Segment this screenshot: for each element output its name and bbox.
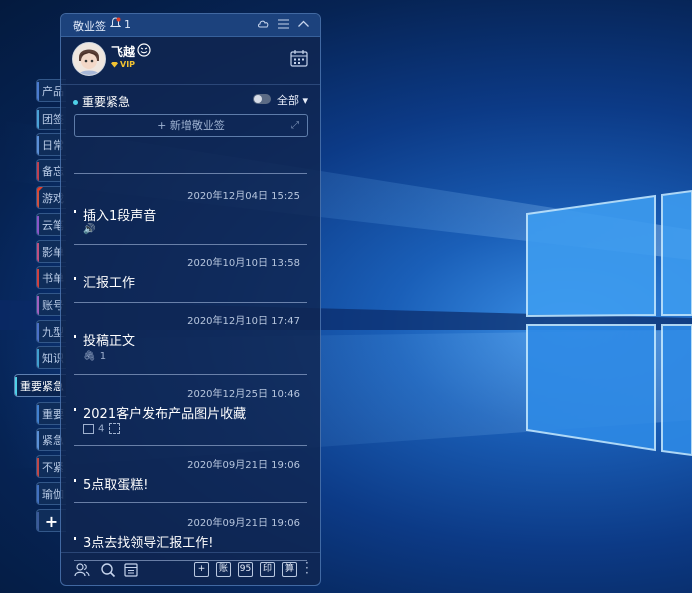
collapse-icon[interactable] — [297, 18, 310, 30]
quick-tool-button[interactable]: 算 — [282, 562, 297, 577]
audio-indicator: 🔊 — [83, 224, 95, 235]
vip-badge: VIP — [111, 60, 135, 69]
speaker-icon[interactable]: 🔊 — [83, 224, 95, 235]
note-date: 2020年12月04日 15:25 — [187, 191, 300, 202]
note-date: 2020年10月10日 13:58 — [187, 258, 300, 269]
note-title: 5点取蛋糕! — [83, 478, 149, 493]
note-bullet — [74, 537, 76, 540]
tab-color-stripe — [37, 110, 39, 129]
more-icon[interactable]: · · · — [305, 557, 309, 579]
note-bullet — [74, 408, 76, 411]
tab-color-stripe — [37, 82, 39, 101]
tab-color-stripe — [37, 162, 39, 181]
calendar-icon[interactable] — [290, 49, 308, 67]
note-bullet — [74, 335, 76, 338]
tab-color-stripe — [37, 485, 39, 504]
title-bar[interactable]: 敬业签 1 — [61, 14, 320, 37]
tab-color-stripe — [15, 377, 17, 396]
category-header: 重要紧急 — [73, 93, 130, 110]
quick-tool-button[interactable]: 95 — [238, 562, 253, 577]
paperclip-icon: 🖇 — [83, 351, 96, 362]
note-title: 2021客户发布产品图片收藏 — [83, 407, 247, 422]
note-date: 2020年12月25日 10:46 — [187, 389, 300, 400]
search-icon[interactable] — [100, 562, 116, 578]
notebook-icon[interactable] — [123, 562, 139, 578]
vip-label: VIP — [120, 60, 136, 69]
note-divider — [74, 244, 307, 245]
note-date: 2020年09月21日 19:06 — [187, 518, 300, 529]
add-note-label: + 新增敬业签 — [157, 119, 225, 132]
note-divider — [74, 302, 307, 303]
bell-icon[interactable] — [110, 17, 121, 29]
tab-color-stripe — [37, 349, 39, 368]
tab-color-stripe — [37, 431, 39, 450]
filter-dropdown[interactable]: 全部 ▾ — [277, 92, 308, 108]
category-dot — [73, 100, 78, 105]
note-divider — [74, 502, 307, 503]
image-icon — [83, 423, 94, 434]
user-profile: 飞越 VIP — [61, 36, 320, 84]
note-divider — [74, 173, 307, 174]
complete-toggle[interactable] — [253, 94, 271, 104]
image-count-value: 4 — [98, 423, 105, 435]
unread-badge — [37, 187, 43, 193]
note-title: 投稿正文 — [83, 334, 136, 349]
quick-tool-button[interactable]: 印 — [260, 562, 275, 577]
avatar[interactable] — [72, 42, 106, 76]
note-divider — [74, 445, 307, 446]
note-date: 2020年09月21日 19:06 — [187, 460, 300, 471]
tab-color-stripe — [37, 269, 39, 288]
bottom-toolbar: + 账 95 印算 · · · — [61, 552, 320, 585]
add-note-button[interactable]: + 新增敬业签 ⤢ — [74, 114, 308, 137]
user-name: 飞越 — [111, 45, 136, 59]
tab-label: + — [44, 512, 59, 531]
note-bullet — [74, 277, 76, 280]
tab-label: 重要紧急 — [20, 380, 64, 393]
note-bullet — [74, 210, 76, 213]
diamond-icon — [111, 61, 118, 68]
tab-color-stripe — [37, 216, 39, 235]
attachment-count: 🖇 1 — [83, 351, 106, 362]
note-title: 汇报工作 — [83, 276, 136, 291]
notification-count: 1 — [124, 18, 131, 31]
attachment-count-value: 1 — [99, 351, 107, 362]
people-icon[interactable] — [74, 562, 90, 578]
note-divider — [74, 374, 307, 375]
tab-color-stripe — [37, 512, 39, 531]
grid-icon[interactable] — [109, 423, 121, 434]
tab-color-stripe — [37, 243, 39, 262]
tab-color-stripe — [37, 136, 39, 155]
note-title: 插入1段声音 — [83, 209, 157, 224]
emoji-icon — [137, 43, 151, 57]
quick-tool-button[interactable]: + — [194, 562, 209, 577]
category-name: 重要紧急 — [82, 95, 131, 109]
cloud-sync-icon[interactable] — [257, 18, 270, 30]
image-count: 4 — [83, 423, 121, 435]
expand-icon[interactable]: ⤢ — [291, 115, 299, 136]
category-tab[interactable]: 重要紧急 — [14, 374, 66, 397]
tab-color-stripe — [37, 296, 39, 315]
tab-color-stripe — [37, 323, 39, 342]
note-bullet — [74, 479, 76, 482]
menu-icon[interactable] — [277, 18, 290, 30]
note-title: 3点去找领导汇报工作! — [83, 536, 214, 551]
app-title: 敬业签 — [73, 20, 106, 33]
quick-tool-button[interactable]: 账 — [216, 562, 231, 577]
tab-color-stripe — [37, 405, 39, 424]
divider — [61, 84, 320, 85]
sticky-note-panel: 敬业签 1 飞越 VIP 重要紧急 全部 ▾ + 新增敬业签 ⤢ 2020年12… — [60, 13, 321, 586]
tab-color-stripe — [37, 458, 39, 477]
note-date: 2020年12月10日 17:47 — [187, 316, 300, 327]
